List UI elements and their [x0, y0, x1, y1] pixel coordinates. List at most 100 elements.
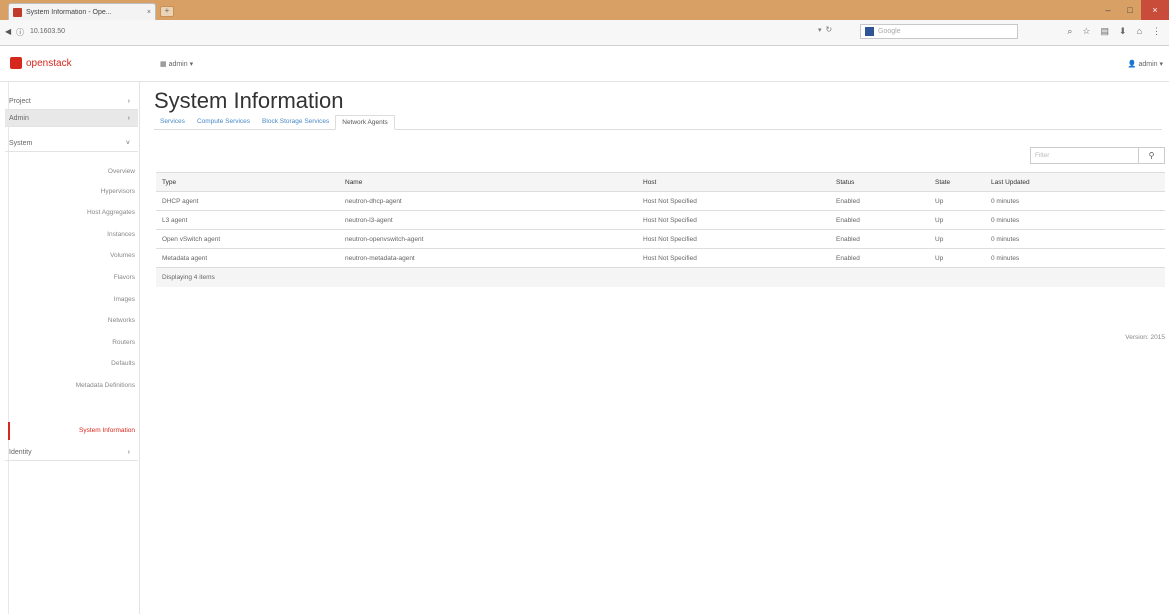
- sidebar-item-system-information[interactable]: System Information: [79, 427, 135, 434]
- home-icon[interactable]: ⌂: [1137, 26, 1142, 37]
- cell-host: Host Not Specified: [637, 229, 830, 249]
- sidebar-group-label: Admin: [9, 114, 29, 122]
- project-menu[interactable]: ▦ admin ▾: [160, 60, 193, 68]
- table-footer-row: Displaying 4 items: [156, 267, 1165, 287]
- sidebar-group-system[interactable]: System ˅: [5, 135, 138, 152]
- tab-block-storage-services[interactable]: Block Storage Services: [256, 115, 335, 130]
- cell-status: Enabled: [830, 229, 929, 249]
- cell-state: Up: [929, 248, 985, 268]
- table-header-row: Type Name Host Status State Last Updated: [156, 172, 1165, 192]
- tab-services[interactable]: Services: [154, 115, 191, 130]
- sidebar-item-overview[interactable]: Overview: [108, 168, 135, 175]
- cell-type: Metadata agent: [156, 248, 339, 268]
- cell-status: Enabled: [830, 248, 929, 268]
- browser-navbar: ◀ ⓘ 10.1603.50 ▾ ↻ Google ⌕ ☆ ▤ ⬇ ⌂ ⋮: [0, 20, 1169, 46]
- sidebar-item-defaults[interactable]: Defaults: [111, 360, 135, 367]
- cell-type: DHCP agent: [156, 191, 339, 211]
- address-bar-actions: ▾ ↻: [818, 25, 832, 34]
- column-header-type[interactable]: Type: [156, 172, 339, 192]
- column-header-name[interactable]: Name: [339, 172, 637, 192]
- column-header-status[interactable]: Status: [830, 172, 929, 192]
- cell-last-updated: 0 minutes: [985, 210, 1165, 230]
- window-controls: – □ ×: [1097, 0, 1169, 20]
- cell-last-updated: 0 minutes: [985, 229, 1165, 249]
- cell-type: Open vSwitch agent: [156, 229, 339, 249]
- project-menu-icon: ▦: [160, 61, 169, 68]
- user-icon: 👤: [1127, 61, 1139, 68]
- chevron-right-icon: ›: [127, 448, 130, 456]
- table-row: Open vSwitch agent neutron-openvswitch-a…: [156, 229, 1165, 249]
- sidebar: Project › Admin › System ˅ Overview Hype…: [0, 82, 140, 614]
- search-icon: ⚲: [1148, 151, 1155, 160]
- chevron-right-icon: ›: [127, 97, 130, 105]
- openstack-logo-icon: [10, 57, 22, 69]
- sidebar-group-label: Identity: [9, 448, 32, 456]
- cell-status: Enabled: [830, 210, 929, 230]
- sidebar-item-networks[interactable]: Networks: [108, 317, 135, 324]
- tab-close-icon[interactable]: ×: [147, 9, 151, 16]
- dropdown-icon[interactable]: ▾: [818, 26, 822, 34]
- column-header-host[interactable]: Host: [637, 172, 830, 192]
- filter-input[interactable]: Filter: [1031, 148, 1138, 163]
- network-agents-table: Type Name Host Status State Last Updated…: [156, 172, 1165, 287]
- new-tab-button[interactable]: +: [160, 6, 174, 17]
- page-title: System Information: [154, 88, 344, 113]
- close-window-button[interactable]: ×: [1141, 0, 1169, 20]
- table-row: Metadata agent neutron-metadata-agent Ho…: [156, 248, 1165, 268]
- cell-host: Host Not Specified: [637, 191, 830, 211]
- filter-group: Filter ⚲: [1030, 147, 1165, 164]
- chevron-down-icon: ˅: [125, 139, 130, 147]
- search-engine-icon[interactable]: [865, 27, 874, 36]
- sidebar-item-instances[interactable]: Instances: [107, 231, 135, 238]
- sidebar-item-images[interactable]: Images: [114, 296, 135, 303]
- tab-compute-services[interactable]: Compute Services: [191, 115, 256, 130]
- reload-icon[interactable]: ↻: [826, 25, 833, 34]
- browser-titlebar: System Information - Ope... × + – □ ×: [0, 0, 1169, 20]
- cell-type: L3 agent: [156, 210, 339, 230]
- cell-state: Up: [929, 229, 985, 249]
- star-icon[interactable]: ☆: [1082, 26, 1090, 37]
- sidebar-item-routers[interactable]: Routers: [112, 339, 135, 346]
- address-bar[interactable]: 10.1603.50: [30, 28, 65, 35]
- version-label: Version: 2015: [1125, 334, 1165, 341]
- sidebar-item-hypervisors[interactable]: Hypervisors: [101, 188, 135, 195]
- cell-last-updated: 0 minutes: [985, 248, 1165, 268]
- tab-title: System Information - Ope...: [26, 8, 112, 16]
- cell-state: Up: [929, 191, 985, 211]
- tab-network-agents[interactable]: Network Agents: [335, 115, 395, 130]
- sidebar-item-metadata-definitions[interactable]: Metadata Definitions: [76, 382, 135, 389]
- search-input[interactable]: Google: [860, 24, 1018, 39]
- cell-host: Host Not Specified: [637, 248, 830, 268]
- sidebar-group-admin[interactable]: Admin ›: [5, 110, 138, 127]
- sidebar-group-identity[interactable]: Identity ›: [5, 444, 138, 461]
- page-tabs: Services Compute Services Block Storage …: [154, 115, 1162, 130]
- minimize-button[interactable]: –: [1097, 0, 1119, 20]
- cell-name: neutron-openvswitch-agent: [339, 229, 637, 249]
- sidebar-group-label: System: [9, 139, 33, 147]
- table-item-count: Displaying 4 items: [156, 267, 1165, 287]
- column-header-last-updated[interactable]: Last Updated: [985, 172, 1165, 192]
- table-row: L3 agent neutron-l3-agent Host Not Speci…: [156, 210, 1165, 230]
- sidebar-item-host-aggregates[interactable]: Host Aggregates: [87, 209, 135, 216]
- nav-icons: ◀ ⓘ: [5, 27, 24, 38]
- browser-tab[interactable]: System Information - Ope... ×: [8, 3, 156, 20]
- menu-icon[interactable]: ⋮: [1152, 26, 1161, 37]
- filter-button[interactable]: ⚲: [1138, 148, 1164, 163]
- sidebar-item-volumes[interactable]: Volumes: [110, 252, 135, 259]
- cell-state: Up: [929, 210, 985, 230]
- back-icon[interactable]: ◀: [5, 27, 11, 38]
- cell-status: Enabled: [830, 191, 929, 211]
- search-icon[interactable]: ⌕: [1067, 26, 1072, 37]
- reader-icon[interactable]: ▤: [1101, 26, 1110, 37]
- user-menu-label: admin ▾: [1138, 61, 1163, 68]
- sidebar-divider: [8, 82, 9, 614]
- brand[interactable]: openstack: [10, 57, 72, 69]
- browser-toolbar: ⌕ ☆ ▤ ⬇ ⌂ ⋮: [1067, 26, 1161, 37]
- info-icon[interactable]: ⓘ: [16, 27, 24, 38]
- sidebar-group-project[interactable]: Project ›: [5, 93, 138, 110]
- sidebar-item-flavors[interactable]: Flavors: [114, 274, 135, 281]
- download-icon[interactable]: ⬇: [1119, 26, 1127, 37]
- user-menu[interactable]: 👤 admin ▾: [1128, 60, 1163, 68]
- maximize-button[interactable]: □: [1119, 0, 1141, 20]
- column-header-state[interactable]: State: [929, 172, 985, 192]
